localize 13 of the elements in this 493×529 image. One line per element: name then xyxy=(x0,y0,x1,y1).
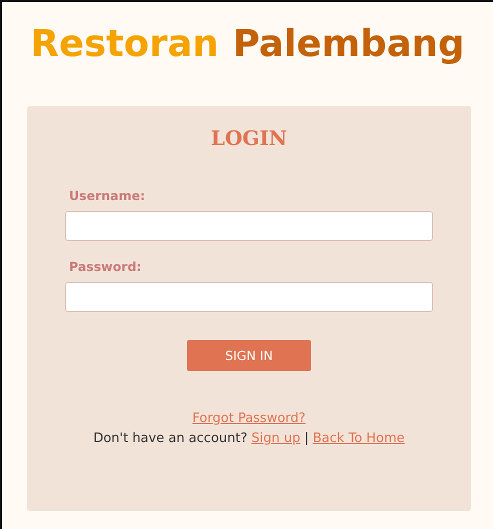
sign-in-button[interactable]: SIGN IN xyxy=(187,340,311,371)
input-field[interactable] xyxy=(65,282,433,312)
field-label: Password: xyxy=(69,259,142,274)
sign-up-link[interactable]: Sign up xyxy=(251,431,300,446)
link-separator: | xyxy=(304,431,309,446)
brand-title: Restoran xyxy=(30,21,219,67)
forgot-password-link[interactable]: Forgot Password? xyxy=(192,411,306,426)
login-heading: LOGIN xyxy=(210,126,288,150)
back-to-home-link[interactable]: Back To Home xyxy=(312,431,405,446)
signup-prompt: Don't have an account? xyxy=(93,431,248,446)
field-label: Username: xyxy=(69,188,146,203)
brand-title: Palembang xyxy=(232,21,464,67)
input-field[interactable] xyxy=(65,211,433,241)
